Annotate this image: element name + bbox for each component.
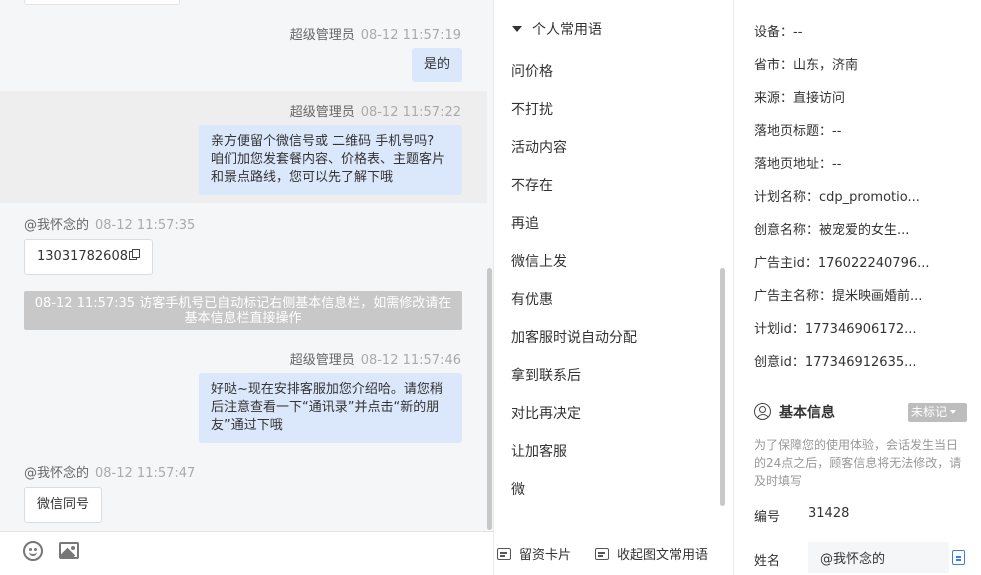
visitor-message-bubble: 微信同号 bbox=[24, 487, 103, 523]
message-line: 咱们加您发套餐内容、价格表、主题客片 bbox=[211, 152, 446, 167]
mark-status-dropdown[interactable]: 未标记 bbox=[908, 403, 967, 422]
phrase-item[interactable]: 再追 bbox=[511, 213, 539, 233]
message-time: 08-12 11:57:19 bbox=[360, 28, 461, 43]
phrase-item[interactable]: 问价格 bbox=[511, 61, 553, 81]
sender-name: 超级管理员 bbox=[289, 353, 355, 368]
message-time: 08-12 11:57:22 bbox=[360, 105, 461, 120]
card-icon bbox=[595, 548, 609, 560]
lead-card-button[interactable]: 留资卡片 bbox=[497, 544, 571, 563]
message-meta: 超级管理员 08-12 11:57:46 bbox=[290, 349, 461, 368]
chat-input-toolbar bbox=[0, 531, 493, 575]
message-line: 和景点路线，您可以先了解下哦 bbox=[211, 170, 394, 185]
user-icon bbox=[754, 403, 771, 420]
message-time: 08-12 11:57:47 bbox=[95, 466, 196, 481]
info-landing-title: 落地页标题：-- bbox=[754, 124, 842, 139]
phrase-item[interactable]: 有优惠 bbox=[511, 289, 553, 309]
message-line: 后注意查看一下“通讯录”并点击“新的朋 bbox=[211, 400, 440, 415]
id-label: 编号 bbox=[754, 510, 781, 525]
visitor-message-bubble: 13031782608 bbox=[24, 239, 153, 275]
message-meta: 超级管理员 08-12 11:57:22 bbox=[290, 101, 461, 120]
mark-status-value: 未标记 bbox=[911, 405, 948, 419]
card-icon bbox=[497, 548, 511, 560]
message-line: 亲方便留个微信号或 二维码 手机号吗? bbox=[211, 134, 435, 149]
image-icon[interactable] bbox=[59, 542, 79, 559]
chat-scrollbar[interactable] bbox=[487, 268, 492, 530]
phrase-item[interactable]: 拿到联系后 bbox=[511, 365, 581, 385]
phrase-item[interactable]: 微信上发 bbox=[511, 251, 567, 271]
basic-info-title: 基本信息 bbox=[754, 402, 835, 422]
sender-name: 超级管理员 bbox=[289, 28, 355, 43]
copy-icon[interactable] bbox=[128, 249, 140, 261]
phrases-scrollbar[interactable] bbox=[720, 268, 725, 506]
info-advertiser-name: 广告主名称：提米映画婚前... bbox=[754, 289, 923, 304]
visitor-info-panel: 设备：-- 省市：山东，济南 来源：直接访问 落地页标题：-- 落地页地址：--… bbox=[733, 0, 981, 575]
message-meta: @我怀念的 08-12 11:57:35 bbox=[24, 214, 195, 233]
agent-message-bubble: 是的 bbox=[411, 48, 462, 82]
collapse-phrases-button[interactable]: 收起图文常用语 bbox=[595, 544, 708, 563]
message-line: 友”通过下哦 bbox=[211, 418, 283, 433]
info-advertiser-id: 广告主id：176022240796... bbox=[754, 256, 930, 271]
info-creative-name: 创意名称：被宠爱的女生... bbox=[754, 223, 910, 238]
info-province-city: 省市：山东，济南 bbox=[754, 58, 859, 73]
document-icon[interactable] bbox=[952, 550, 965, 565]
name-field[interactable] bbox=[808, 542, 949, 573]
emoji-icon[interactable] bbox=[23, 541, 43, 561]
message-bubble-partial bbox=[24, 0, 180, 5]
phrase-item[interactable]: 不打扰 bbox=[511, 99, 553, 119]
caret-down-icon bbox=[512, 26, 522, 32]
sender-name: @我怀念的 bbox=[24, 466, 90, 481]
info-source: 来源：直接访问 bbox=[754, 91, 846, 106]
edit-notice: 为了保障您的使用体验，会话发生当日的24点之后，顾客信息将无法修改，请及时填写 bbox=[754, 438, 962, 488]
phrase-item[interactable]: 加客服时说自动分配 bbox=[511, 327, 637, 347]
id-value: 31428 bbox=[808, 506, 850, 521]
info-plan-id: 计划id：177346906172... bbox=[754, 322, 917, 337]
caret-down-icon bbox=[950, 410, 957, 414]
lead-card-label: 留资卡片 bbox=[519, 548, 572, 563]
info-creative-id: 创意id：177346912635... bbox=[754, 355, 917, 370]
phrases-footer: 留资卡片 收起图文常用语 bbox=[494, 531, 733, 575]
phrase-group-title: 个人常用语 bbox=[532, 22, 602, 38]
message-time: 08-12 11:57:46 bbox=[360, 353, 461, 368]
message-meta: @我怀念的 08-12 11:57:47 bbox=[24, 462, 195, 481]
phrase-group-header[interactable]: 个人常用语 bbox=[512, 19, 602, 39]
phone-number: 13031782608 bbox=[37, 249, 128, 264]
sender-name: 超级管理员 bbox=[289, 105, 355, 120]
chat-message-list[interactable]: 超级管理员 08-12 11:57:19 是的 超级管理员 08-12 11:57:… bbox=[0, 0, 493, 531]
phrase-item[interactable]: 微 bbox=[511, 479, 525, 499]
phrase-item[interactable]: 对比再决定 bbox=[511, 403, 581, 423]
sender-name: @我怀念的 bbox=[24, 218, 90, 233]
name-label: 姓名 bbox=[754, 554, 781, 569]
chat-panel: 超级管理员 08-12 11:57:19 是的 超级管理员 08-12 11:57:… bbox=[0, 0, 493, 575]
system-notice: 08-12 11:57:35 访客手机号已自动标记右侧基本信息栏，如需修改请在基… bbox=[24, 291, 462, 330]
info-device: 设备：-- bbox=[754, 25, 803, 40]
customer-service-console: 超级管理员 08-12 11:57:19 是的 超级管理员 08-12 11:57:… bbox=[0, 0, 981, 575]
phrase-item[interactable]: 让加客服 bbox=[511, 441, 567, 461]
collapse-phrases-label: 收起图文常用语 bbox=[617, 548, 709, 563]
agent-message-bubble: 亲方便留个微信号或 二维码 手机号吗? 咱们加您发套餐内容、价格表、主题客片 和… bbox=[199, 125, 462, 195]
message-meta: 超级管理员 08-12 11:57:19 bbox=[290, 24, 461, 43]
info-plan-name: 计划名称：cdp_promotio... bbox=[754, 190, 920, 205]
basic-info-title-text: 基本信息 bbox=[779, 405, 835, 421]
phrase-item[interactable]: 活动内容 bbox=[511, 137, 567, 157]
agent-message-bubble: 好哒~现在安排客服加您介绍哈。请您稍 后注意查看一下“通讯录”并点击“新的朋 友… bbox=[199, 373, 462, 443]
phrase-item[interactable]: 不存在 bbox=[511, 175, 553, 195]
message-line: 好哒~现在安排客服加您介绍哈。请您稍 bbox=[211, 382, 443, 397]
common-phrases-panel: 个人常用语 问价格 不打扰 活动内容 不存在 再追 微信上发 有优惠 加客服时说… bbox=[493, 0, 733, 575]
info-landing-url: 落地页地址：-- bbox=[754, 157, 842, 172]
message-time: 08-12 11:57:35 bbox=[95, 218, 196, 233]
